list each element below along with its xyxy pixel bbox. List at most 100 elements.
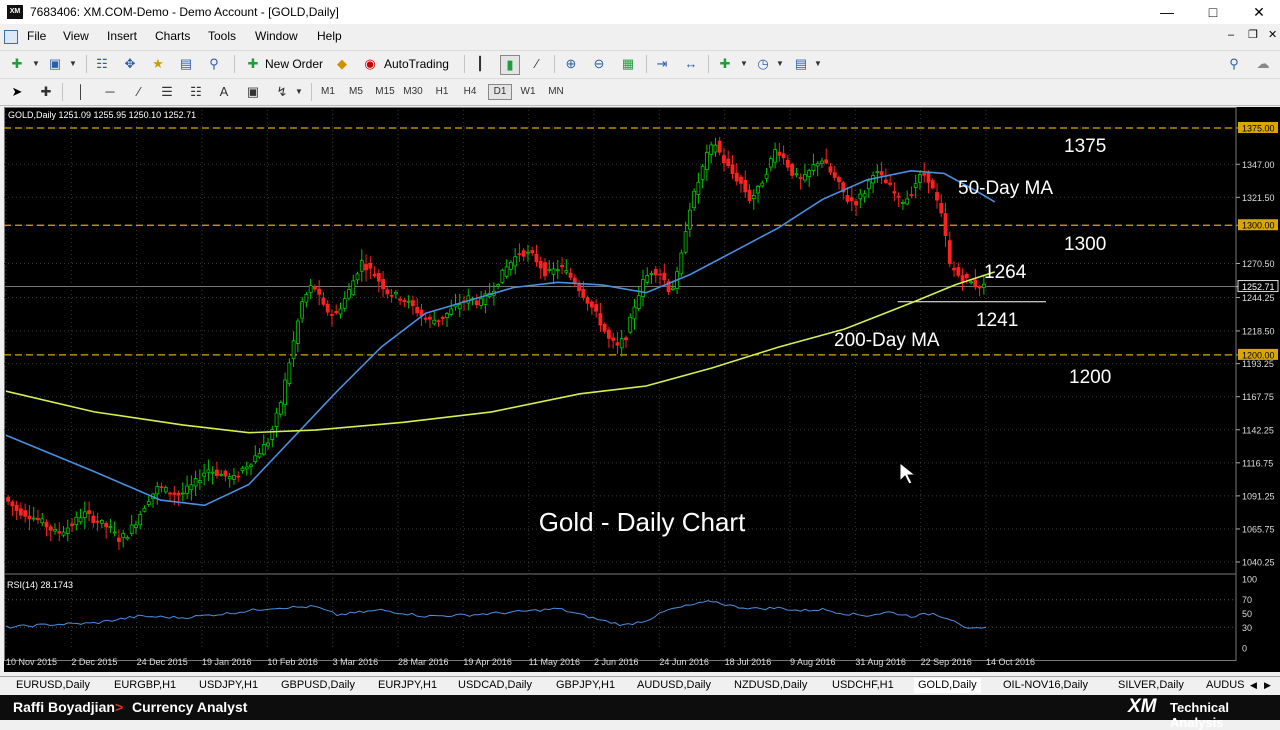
tab-usdcad-daily[interactable]: USDCAD,Daily	[458, 679, 532, 691]
chevron-down-icon[interactable]: ▼	[64, 55, 82, 73]
timeframe-m5[interactable]: M5	[345, 86, 367, 97]
line-studies-toolbar: ➤ ✚ │ ─ ∕ ☰ ☷ A ▣ ↯ ▼ M1 M5 M15 M30 H1 H…	[0, 78, 1280, 106]
candle-body	[283, 379, 287, 406]
periods-icon[interactable]: ◷	[754, 55, 772, 73]
templates-icon[interactable]: ▤	[792, 55, 810, 73]
tab-gbpjpy-h1[interactable]: GBPJPY,H1	[556, 679, 615, 691]
date-tick-label: 14 Oct 2016	[986, 657, 1035, 667]
tab-scroll-right-icon[interactable]: ▶	[1264, 680, 1271, 691]
rsi-tick-label: 100	[1242, 575, 1257, 585]
market-watch-icon[interactable]: ☷	[93, 55, 111, 73]
chart-doc-icon[interactable]	[4, 30, 18, 44]
crosshair-icon[interactable]: ✚	[37, 83, 55, 101]
trendline-icon[interactable]: ∕	[130, 83, 148, 101]
tab-eurusd-daily[interactable]: EURUSD,Daily	[16, 679, 90, 691]
tab-oil-nov16-daily[interactable]: OIL-NOV16,Daily	[1003, 679, 1088, 691]
timeframe-mn[interactable]: MN	[545, 86, 567, 97]
candle-body	[509, 262, 513, 270]
tab-gbpusd-daily[interactable]: GBPUSD,Daily	[281, 679, 355, 691]
minimize-button[interactable]: —	[1144, 2, 1190, 22]
cursor-icon[interactable]: ➤	[8, 83, 26, 101]
menu-charts[interactable]: Charts	[155, 29, 190, 43]
timeframe-d1[interactable]: D1	[488, 84, 512, 100]
price-tick-label: 1065.75	[1242, 524, 1275, 534]
timeframe-h4[interactable]: H4	[459, 86, 481, 97]
tile-windows-icon[interactable]: ▦	[619, 55, 637, 73]
autotrading-icon[interactable]: ◉	[361, 55, 379, 73]
timeframe-m30[interactable]: M30	[402, 86, 424, 97]
autotrading-button[interactable]: AutoTrading	[384, 57, 449, 71]
timeframe-m1[interactable]: M1	[317, 86, 339, 97]
zoom-out-icon[interactable]: ⊖	[590, 55, 608, 73]
new-order-icon[interactable]: ✚	[244, 55, 262, 73]
chat-icon[interactable]: ☁	[1254, 55, 1272, 73]
child-restore-button[interactable]: ❐	[1248, 28, 1258, 41]
rsi-tick-label: 30	[1242, 623, 1252, 633]
navigator-icon[interactable]: ✥	[121, 55, 139, 73]
profiles-icon[interactable]: ▣	[46, 55, 64, 73]
bar-chart-icon[interactable]: ┃	[471, 55, 489, 73]
tab-gold-daily[interactable]: GOLD,Daily	[914, 678, 981, 693]
vertical-line-icon[interactable]: │	[72, 83, 90, 101]
candle-body	[534, 254, 539, 263]
autoscroll-icon[interactable]: ↔	[682, 55, 700, 73]
timeframe-w1[interactable]: W1	[517, 86, 539, 97]
maximize-button[interactable]: □	[1190, 2, 1236, 22]
candle-body	[858, 193, 863, 200]
tab-nzdusd-daily[interactable]: NZDUSD,Daily	[734, 679, 807, 691]
candle-body	[87, 510, 91, 515]
menu-help[interactable]: Help	[317, 29, 342, 43]
tab-silver-daily[interactable]: SILVER,Daily	[1118, 679, 1184, 691]
tab-scroll-left-icon[interactable]: ◀	[1250, 680, 1257, 691]
arrows-icon[interactable]: ↯	[273, 83, 291, 101]
candle-body	[398, 298, 403, 301]
timeframe-m15[interactable]: M15	[374, 86, 396, 97]
timeframe-h1[interactable]: H1	[431, 86, 453, 97]
text-label-icon[interactable]: ▣	[244, 83, 262, 101]
candle-body	[53, 528, 57, 532]
folder-icon[interactable]: ★	[149, 55, 167, 73]
chevron-down-icon[interactable]: ▼	[771, 55, 789, 73]
candle-body	[210, 471, 215, 474]
metaeditor-icon[interactable]: ◆	[333, 55, 351, 73]
menu-view[interactable]: View	[63, 29, 89, 43]
tab-audus[interactable]: AUDUS	[1206, 679, 1245, 691]
candle-body	[526, 251, 530, 254]
tab-usdchf-h1[interactable]: USDCHF,H1	[832, 679, 894, 691]
chevron-down-icon[interactable]: ▼	[290, 83, 308, 101]
child-minimize-button[interactable]: –	[1228, 29, 1234, 41]
new-chart-icon[interactable]: ✚	[8, 55, 26, 73]
date-tick-label: 9 Aug 2016	[790, 657, 836, 667]
tab-eurgbp-h1[interactable]: EURGBP,H1	[114, 679, 176, 691]
price-tick-label: 1218.50	[1242, 326, 1275, 336]
new-order-button[interactable]: New Order	[265, 57, 323, 71]
close-button[interactable]: ✕	[1236, 2, 1280, 22]
chart-shift-icon[interactable]: ⇥	[653, 55, 671, 73]
strategy-tester-icon[interactable]: ⚲	[205, 55, 223, 73]
chevron-down-icon[interactable]: ▼	[27, 55, 45, 73]
toolbar-separator	[86, 55, 87, 73]
candlestick-icon[interactable]: ▮	[500, 55, 520, 75]
tab-eurjpy-h1[interactable]: EURJPY,H1	[378, 679, 437, 691]
menu-file[interactable]: File	[27, 29, 46, 43]
tab-usdjpy-h1[interactable]: USDJPY,H1	[199, 679, 258, 691]
menu-insert[interactable]: Insert	[107, 29, 137, 43]
horizontal-line-icon[interactable]: ─	[101, 83, 119, 101]
search-icon[interactable]: ⚲	[1225, 55, 1243, 73]
indicators-icon[interactable]: ✚	[716, 55, 734, 73]
fibonacci-icon[interactable]: ☷	[187, 83, 205, 101]
text-icon[interactable]: A	[215, 83, 233, 101]
tab-audusd-daily[interactable]: AUDUSD,Daily	[637, 679, 711, 691]
rsi-tick-label: 70	[1242, 595, 1252, 605]
price-chart[interactable]: 1375.00 1347.00 1321.50 1300.00 1270.50 1252.…	[4, 107, 1280, 672]
chart-window[interactable]: 1375.00 1347.00 1321.50 1300.00 1270.50 1252.…	[4, 107, 1280, 672]
terminal-icon[interactable]: ▤	[177, 55, 195, 73]
menu-window[interactable]: Window	[255, 29, 298, 43]
chevron-down-icon[interactable]: ▼	[809, 55, 827, 73]
child-close-button[interactable]: ✕	[1268, 28, 1277, 41]
line-chart-icon[interactable]: ∕	[528, 55, 546, 73]
menu-tools[interactable]: Tools	[208, 29, 236, 43]
channel-icon[interactable]: ☰	[158, 83, 176, 101]
chevron-down-icon[interactable]: ▼	[735, 55, 753, 73]
zoom-in-icon[interactable]: ⊕	[562, 55, 580, 73]
